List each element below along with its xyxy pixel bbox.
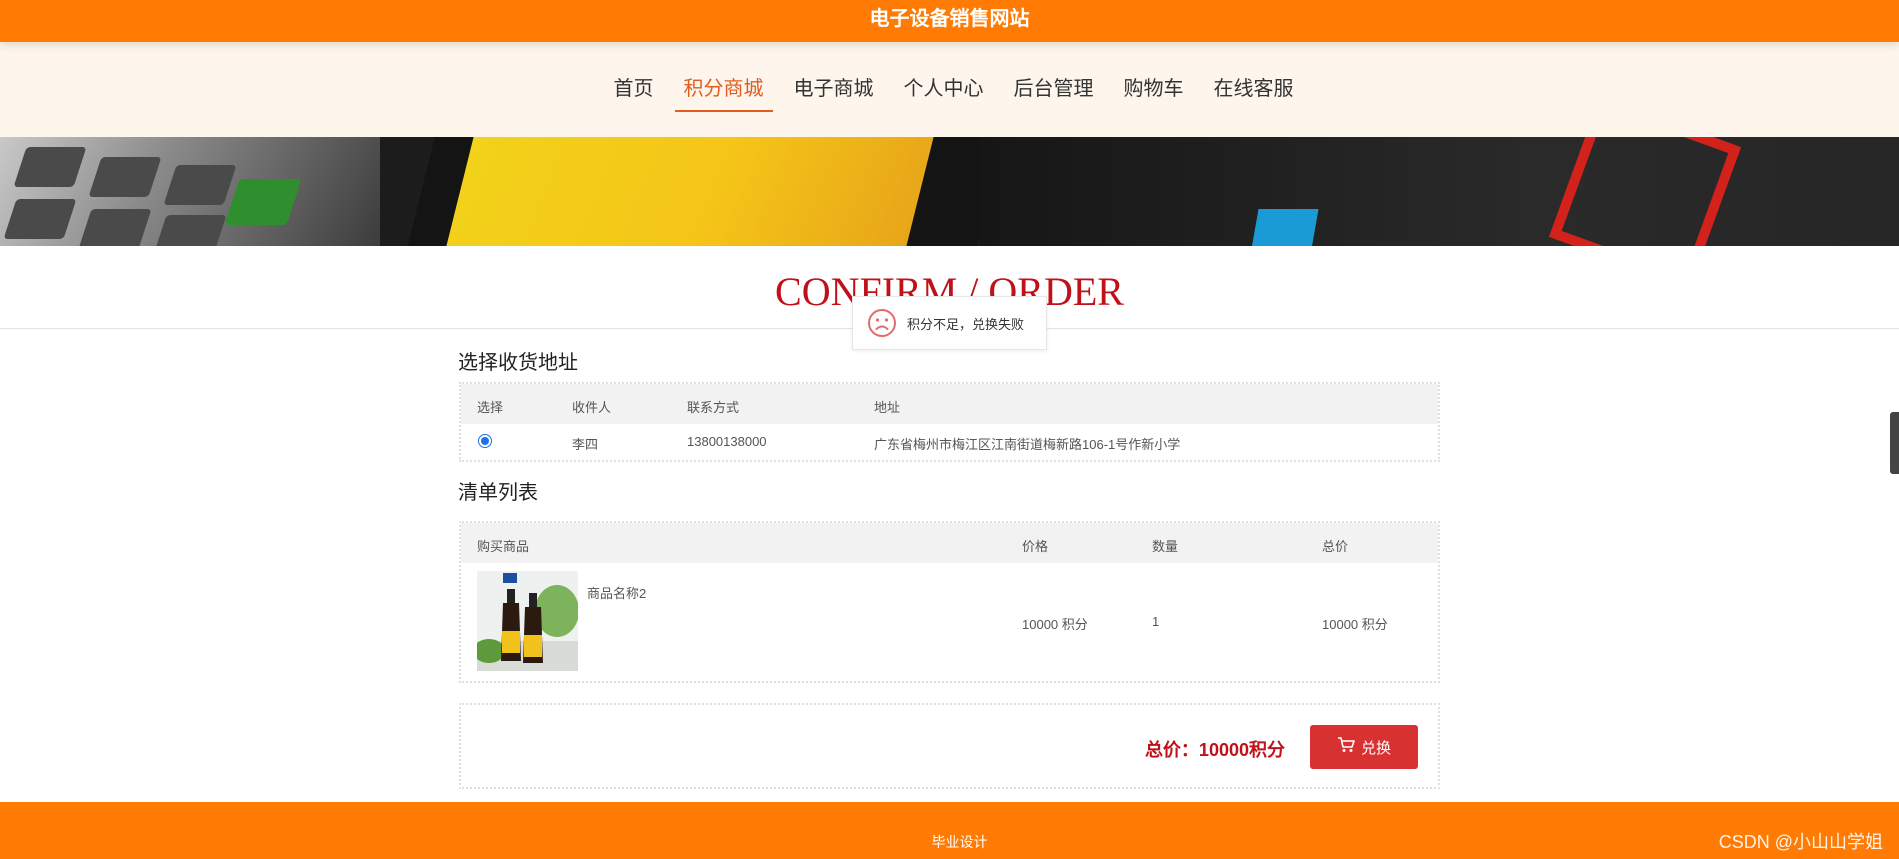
exchange-button-label: 兑换 [1360,739,1391,757]
header-total: 总价 [1322,539,1349,554]
footer-text: 毕业设计 [931,834,988,850]
header-recipient: 收件人 [572,400,612,415]
nav-item-home[interactable]: 首页 [599,70,669,110]
nav-item-electronics-mall[interactable]: 电子商城 [779,70,889,110]
banner-tile [153,215,227,246]
error-toast: 积分不足，兑换失败 [852,296,1047,350]
banner-tile [78,209,152,246]
nav-item-cart[interactable]: 购物车 [1109,70,1199,110]
side-scroll-tab[interactable] [1890,412,1899,474]
header-select: 选择 [477,400,504,415]
nav-item-support[interactable]: 在线客服 [1199,70,1309,110]
product-quantity: 1 [1152,614,1160,629]
address-section-title: 选择收货地址 [458,352,578,374]
header-price: 价格 [1022,539,1049,554]
total-price: 总价：10000积分 [1144,740,1285,760]
toast-message: 积分不足，兑换失败 [907,316,1025,332]
banner-dark-area [980,137,1899,246]
header-contact: 联系方式 [687,400,740,415]
product-total: 10000 积分 [1322,617,1388,632]
table-row: 商品名称2 10000 积分 1 10000 积分 [461,563,1438,681]
header-product: 购买商品 [477,539,530,554]
exchange-button[interactable]: 兑换 [1310,725,1418,769]
hero-banner [0,137,1899,246]
sad-face-icon [867,308,897,338]
product-image[interactable] [477,571,578,671]
site-title: 电子设备销售网站 [869,8,1030,30]
product-name[interactable]: 商品名称2 [587,583,646,602]
address-table-header: 选择 收件人 联系方式 地址 [461,384,1438,424]
main-nav: 首页 积分商城 电子商城 个人中心 后台管理 购物车 在线客服 [0,42,1899,137]
contact-phone: 13800138000 [687,434,767,449]
table-row[interactable]: 李四 13800138000 广东省梅州市梅江区江南街道梅新路106-1号作新小… [461,424,1438,460]
order-summary: 总价：10000积分 兑换 [459,703,1440,789]
header-address: 地址 [874,400,901,415]
nav-item-admin[interactable]: 后台管理 [999,70,1109,110]
banner-phone-screen [446,137,934,246]
order-section-title: 清单列表 [458,482,538,504]
navbar: 首页 积分商城 电子商城 个人中心 后台管理 购物车 在线客服 [0,42,1899,137]
order-table-header: 购买商品 价格 数量 总价 [461,523,1438,563]
cart-icon [1337,737,1355,757]
address-text: 广东省梅州市梅江区江南街道梅新路106-1号作新小学 [874,437,1181,452]
site-header: 电子设备销售网站 [0,0,1899,42]
watermark: CSDN @小山山学姐 [1718,832,1883,852]
address-table: 选择 收件人 联系方式 地址 李四 13800138000 广东省梅州市梅江区江… [459,382,1440,462]
nav-item-personal-center[interactable]: 个人中心 [889,70,999,110]
banner-blue-accent [1251,209,1319,246]
address-radio[interactable] [478,434,492,448]
nav-item-points-mall[interactable]: 积分商城 [669,70,779,112]
recipient-name: 李四 [572,437,599,452]
product-price: 10000 积分 [1022,617,1088,632]
order-table: 购买商品 价格 数量 总价 商品名称2 10000 积分 1 10000 积分 [459,521,1440,683]
header-quantity: 数量 [1152,539,1179,554]
site-footer: 毕业设计 CSDN @小山山学姐 [0,802,1899,859]
